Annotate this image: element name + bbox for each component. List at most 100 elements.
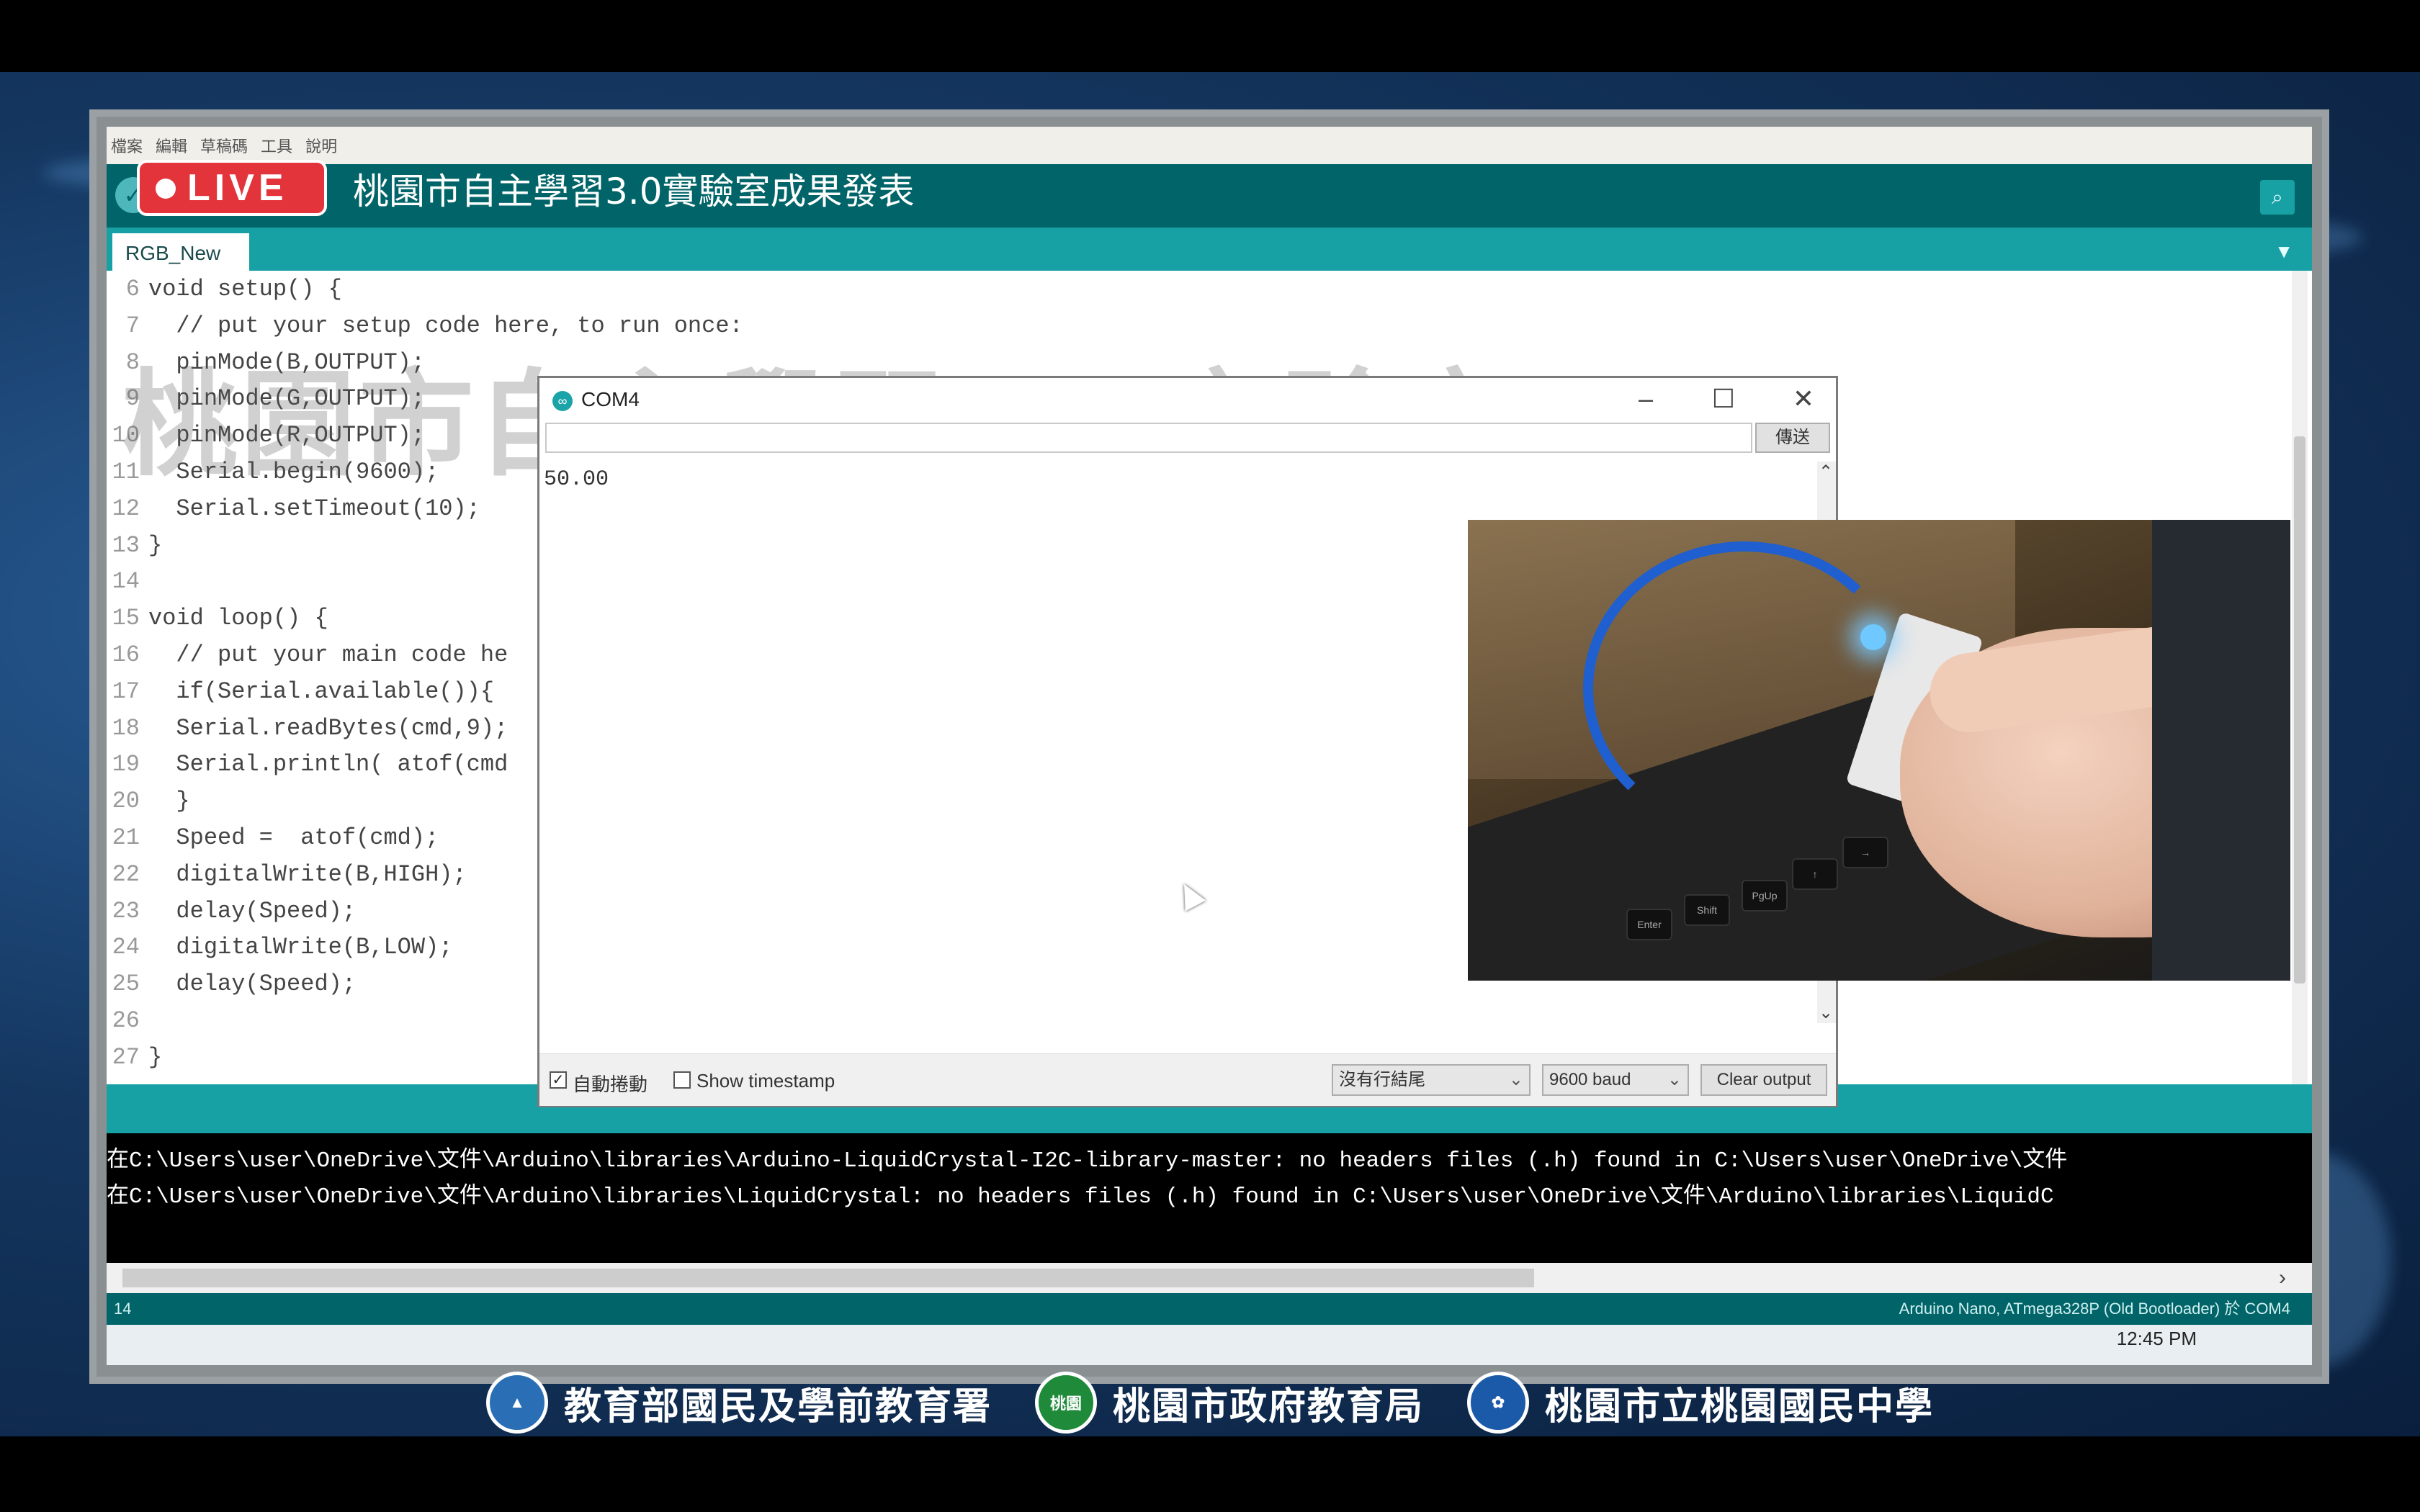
- send-button[interactable]: 傳送: [1755, 423, 1830, 453]
- code-text: digitalWrite(B,LOW);: [148, 934, 453, 961]
- sponsor-name: 桃園市立桃園國民中學: [1545, 1385, 1935, 1428]
- moe-logo-icon: ▲: [485, 1372, 548, 1434]
- live-label: LIVE: [187, 167, 288, 209]
- board-info: Arduino Nano, ATmega328P (Old Bootloader…: [1899, 1300, 2290, 1318]
- menu-bar: 檔案 編輯 草稿碼 工具 說明: [107, 127, 2312, 164]
- code-line: 21 Speed = atof(cmd);: [107, 819, 439, 856]
- arduino-icon: ∞: [552, 391, 573, 411]
- menu-edit[interactable]: 編輯: [156, 134, 187, 157]
- line-number: 18: [112, 714, 140, 742]
- code-line: 23 delay(Speed);: [107, 893, 356, 930]
- autoscroll-label: 自動捲動: [573, 1074, 648, 1095]
- line-number: 17: [112, 678, 140, 705]
- baud-select[interactable]: 9600 baud ⌄: [1542, 1064, 1689, 1096]
- menu-file[interactable]: 檔案: [111, 134, 143, 157]
- serial-titlebar: ∞ COM4 – ☐ ✕: [539, 378, 1836, 423]
- line-number: 16: [112, 642, 140, 668]
- line-ending-select[interactable]: 沒有行結尾 ⌄: [1332, 1064, 1531, 1096]
- close-icon[interactable]: ✕: [1793, 384, 1814, 414]
- code-text: delay(Speed);: [148, 971, 357, 998]
- tab-menu-icon[interactable]: ▼: [2275, 240, 2293, 263]
- code-line: 14: [107, 563, 148, 600]
- code-text: Serial.println( atof(cmd: [148, 751, 508, 778]
- code-line: 18 Serial.readBytes(cmd,9);: [107, 710, 508, 747]
- sponsor-name: 桃園市政府教育局: [1112, 1385, 1424, 1428]
- line-number: 21: [112, 824, 140, 851]
- code-line: 25 delay(Speed);: [107, 966, 356, 1002]
- code-text: Serial.setTimeout(10);: [148, 495, 480, 522]
- code-text: delay(Speed);: [148, 897, 357, 924]
- editor-scrollbar[interactable]: [2292, 271, 2308, 1084]
- timestamp-label: Show timestamp: [696, 1070, 835, 1092]
- live-badge: LIVE: [137, 160, 327, 216]
- line-number: 13: [112, 531, 140, 559]
- console-output: 在C:\Users\user\OneDrive\文件\Arduino\libra…: [107, 1133, 2312, 1263]
- code-line: 24 digitalWrite(B,LOW);: [107, 929, 453, 966]
- menu-tools[interactable]: 工具: [261, 134, 292, 157]
- record-dot-icon: [156, 179, 176, 199]
- line-number: 15: [112, 605, 140, 632]
- code-text: if(Serial.available()){: [148, 678, 495, 705]
- code-line: 19 Serial.println( atof(cmd: [107, 746, 508, 783]
- line-number: 25: [112, 971, 140, 998]
- school-logo-icon: ✿: [1467, 1372, 1529, 1434]
- line-number: 24: [112, 934, 140, 961]
- line-number: 14: [114, 1300, 132, 1318]
- line-number: 26: [112, 1007, 140, 1034]
- serial-footer: ✓ 自動捲動 Show timestamp 沒有行結尾 ⌄ 9600 baud …: [539, 1053, 1836, 1106]
- console-line: 在C:\Users\user\OneDrive\文件\Arduino\libra…: [107, 1184, 2054, 1210]
- code-line: 16 // put your main code he: [107, 636, 508, 673]
- code-text: }: [148, 788, 190, 815]
- send-row: 傳送: [539, 423, 1836, 454]
- autoscroll-checkbox[interactable]: ✓: [550, 1071, 567, 1089]
- letterbox-bottom: [0, 1436, 2420, 1512]
- code-line: 6 void setup() {: [107, 271, 342, 307]
- code-line: 15 void loop() {: [107, 600, 328, 636]
- scroll-right-icon[interactable]: ›: [2279, 1263, 2286, 1293]
- line-number: 6: [125, 276, 140, 302]
- code-line: 13}: [107, 527, 163, 564]
- sponsor-name: 教育部國民及學前教育署: [563, 1385, 992, 1428]
- taskbar-clock: 12:45 PM: [2116, 1328, 2197, 1349]
- sponsor-school: ✿ 桃園市立桃園國民中學: [1467, 1372, 1934, 1434]
- sponsor-footer: ▲ 教育部國民及學前教育署 桃園 桃園市政府教育局 ✿ 桃園市立桃園國民中學: [0, 1368, 2420, 1437]
- serial-title: COM4: [581, 388, 640, 410]
- code-text: Serial.readBytes(cmd,9);: [148, 714, 508, 742]
- tab-rgb-new[interactable]: RGB_New: [112, 233, 249, 271]
- console-line: 在C:\Users\user\OneDrive\文件\Arduino\libra…: [107, 1148, 2068, 1174]
- line-number: 19: [112, 751, 140, 778]
- line-number: 14: [112, 568, 140, 595]
- menu-help[interactable]: 說明: [305, 134, 337, 157]
- code-text: // put your main code he: [148, 642, 508, 668]
- minimize-icon[interactable]: –: [1639, 384, 1653, 414]
- code-text: void setup() {: [148, 276, 342, 302]
- scroll-up-icon[interactable]: ⌃: [1819, 462, 1833, 482]
- serial-monitor-icon[interactable]: ⌕: [2260, 180, 2295, 215]
- line-number: 27: [112, 1043, 140, 1071]
- code-text: Speed = atof(cmd);: [148, 824, 439, 851]
- maximize-icon[interactable]: ☐: [1712, 384, 1735, 414]
- code-line: 26: [107, 1002, 148, 1039]
- chevron-down-icon: ⌄: [1508, 1070, 1523, 1089]
- chevron-down-icon: ⌄: [1667, 1070, 1682, 1089]
- sponsor-k12ea: ▲ 教育部國民及學前教育署: [485, 1372, 992, 1434]
- timestamp-checkbox[interactable]: [673, 1071, 691, 1089]
- clear-output-button[interactable]: Clear output: [1700, 1064, 1827, 1096]
- code-text: void loop() {: [148, 605, 328, 632]
- line-number: 22: [112, 860, 140, 888]
- serial-output-line: 50.00: [544, 467, 609, 492]
- scroll-down-icon[interactable]: ⌄: [1819, 1002, 1833, 1023]
- menu-sketch[interactable]: 草稿碼: [200, 134, 248, 157]
- stream-title: 桃園市自主學習3.0實驗室成果發表: [353, 171, 915, 212]
- console-scrollbar[interactable]: ›: [107, 1263, 2312, 1293]
- tab-strip: RGB_New ▼: [107, 228, 2312, 271]
- baud-value: 9600 baud: [1549, 1070, 1631, 1089]
- line-ending-value: 沒有行結尾: [1339, 1070, 1425, 1089]
- code-line: 20 }: [107, 783, 190, 819]
- code-text: }: [148, 1043, 163, 1071]
- letterbox-top: [0, 0, 2420, 72]
- camera-pip: Enter Shift PgUp ↑ →: [1468, 520, 2290, 981]
- send-input[interactable]: [545, 423, 1752, 453]
- sponsor-tycg-edu: 桃園 桃園市政府教育局: [1034, 1372, 1424, 1434]
- line-number: 23: [112, 897, 140, 924]
